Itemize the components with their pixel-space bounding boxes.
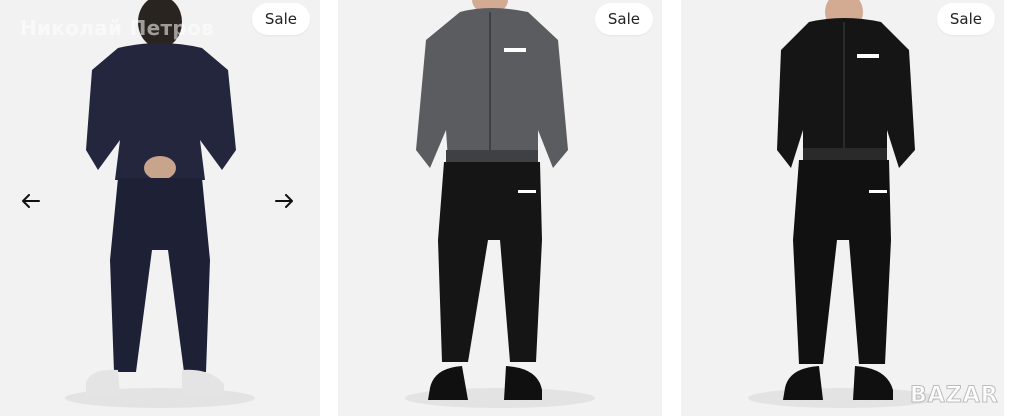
product-gallery: Николай Петров Sale Sale Sale BAZAR	[0, 0, 1024, 416]
bazar-logo-watermark: BAZAR	[910, 383, 999, 409]
sale-badge: Sale	[251, 3, 310, 35]
product-photo-3	[748, 0, 938, 408]
product-card-3[interactable]: Sale	[681, 0, 1004, 416]
arrow-right-icon	[275, 194, 293, 208]
sale-badge: Sale	[936, 3, 995, 35]
seller-name-watermark: Николай Петров	[20, 16, 214, 40]
product-photo-2	[405, 0, 595, 408]
product-card-1[interactable]: Николай Петров Sale	[0, 0, 320, 416]
sale-badge: Sale	[594, 3, 653, 35]
arrow-left-icon	[22, 194, 40, 208]
product-card-2[interactable]: Sale	[338, 0, 662, 416]
svg-text:BAZAR: BAZAR	[910, 383, 999, 408]
carousel-next-button[interactable]	[271, 188, 297, 214]
carousel-prev-button[interactable]	[18, 188, 44, 214]
